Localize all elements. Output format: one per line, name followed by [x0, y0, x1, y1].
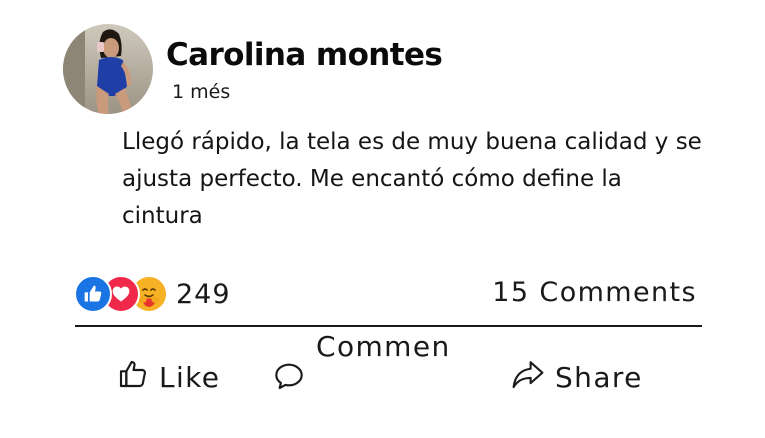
author-name[interactable]: Carolina montes [166, 37, 443, 73]
reactions-summary[interactable]: 249 [74, 275, 231, 313]
comment-icon [273, 363, 305, 395]
comments-count[interactable]: 15 Comments [492, 277, 697, 308]
thumbs-up-icon [117, 358, 149, 397]
comment-label[interactable]: Commen [316, 330, 451, 363]
share-label: Share [555, 361, 643, 394]
post-text: Llegó rápido, la tela es de muy buena ca… [122, 129, 702, 229]
avatar[interactable] [63, 24, 153, 114]
reactions-count: 249 [176, 278, 231, 310]
share-arrow-icon [511, 358, 545, 397]
like-label: Like [159, 361, 221, 394]
post-timestamp[interactable]: 1 més [172, 81, 230, 103]
like-button[interactable]: Like [117, 358, 220, 397]
share-button[interactable]: Share [511, 358, 643, 397]
comment-button[interactable] [273, 361, 305, 395]
review-card: Carolina montes 1 més Llegó rápido, la t… [0, 0, 765, 438]
divider [75, 325, 702, 327]
like-icon [74, 275, 112, 313]
